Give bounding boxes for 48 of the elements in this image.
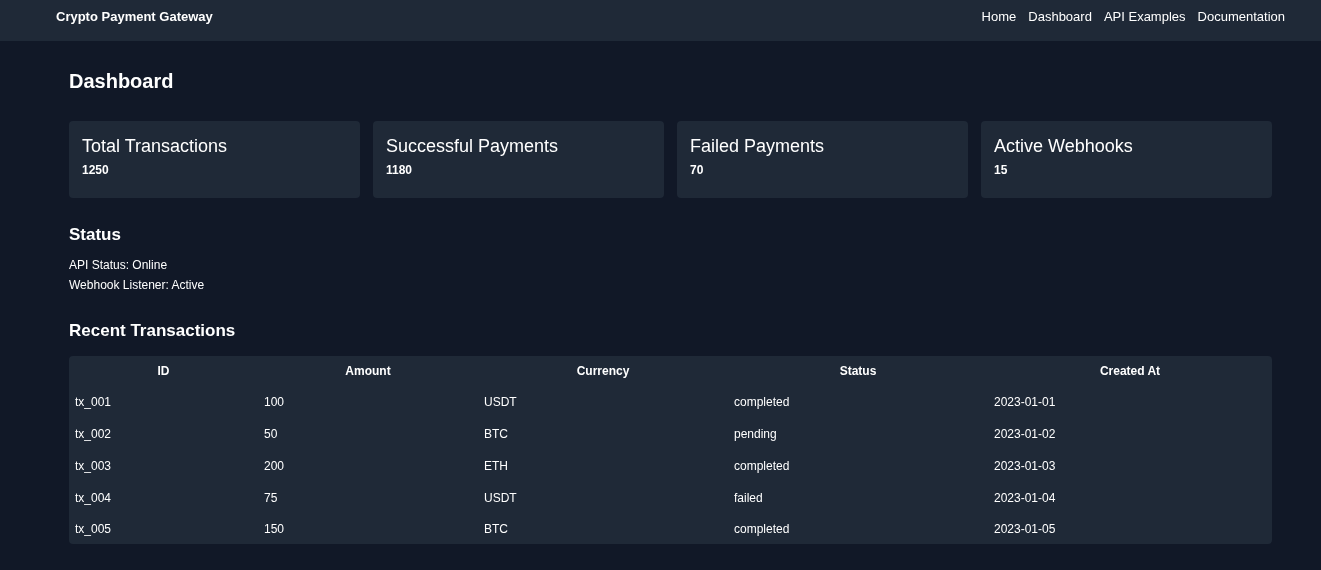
table-cell: tx_003: [69, 450, 258, 482]
nav-link[interactable]: Dashboard: [1028, 8, 1092, 24]
stat-value: 70: [690, 163, 705, 177]
table-cell: 2023-01-02: [988, 418, 1272, 450]
table-cell: USDT: [478, 386, 728, 418]
page-title: Dashboard: [69, 69, 175, 93]
stat-label: Failed Payments: [690, 136, 826, 156]
status-text: API Status: Online: [69, 257, 169, 274]
brand-title[interactable]: Crypto Payment Gateway: [56, 8, 213, 24]
table-cell: tx_002: [69, 418, 258, 450]
stat-label: Active Webhooks: [994, 136, 1134, 156]
nav-link[interactable]: API Examples: [1103, 8, 1186, 24]
stat-label: Successful Payments: [386, 136, 560, 156]
table-cell: BTC: [478, 514, 728, 544]
table-cell: pending: [728, 418, 988, 450]
status-text: Webhook Listener: Active: [69, 277, 206, 294]
stat-value: 1180: [386, 163, 414, 177]
table-cell: tx_005: [69, 514, 258, 544]
table-cell: tx_001: [69, 386, 258, 418]
table-cell: completed: [728, 450, 988, 482]
nav-link[interactable]: Home: [981, 8, 1017, 24]
table-cell: 2023-01-04: [988, 482, 1272, 514]
stat-value: 1250: [82, 163, 110, 177]
table-cell: completed: [728, 514, 988, 544]
table-cell: completed: [728, 386, 988, 418]
column-header: Amount: [258, 356, 478, 386]
column-header: Currency: [478, 356, 728, 386]
column-header: Status: [728, 356, 988, 386]
table-cell: 2023-01-05: [988, 514, 1272, 544]
stat-value: 15: [994, 163, 1009, 177]
table-cell: tx_004: [69, 482, 258, 514]
table-cell: failed: [728, 482, 988, 514]
table-cell: 2023-01-01: [988, 386, 1272, 418]
table-cell: 75: [258, 482, 478, 514]
nav-link[interactable]: Documentation: [1197, 8, 1285, 24]
table-cell: 100: [258, 386, 478, 418]
table-cell: 150: [258, 514, 478, 544]
table-cell: USDT: [478, 482, 728, 514]
section-heading: Status: [69, 224, 122, 246]
column-header: Created At: [988, 356, 1272, 386]
table-cell: BTC: [478, 418, 728, 450]
table-cell: 200: [258, 450, 478, 482]
section-heading: Recent Transactions: [69, 320, 237, 342]
table-cell: ETH: [478, 450, 728, 482]
table-cell: 50: [258, 418, 478, 450]
stat-label: Total Transactions: [82, 136, 229, 156]
column-header: ID: [69, 356, 258, 386]
table-cell: 2023-01-03: [988, 450, 1272, 482]
